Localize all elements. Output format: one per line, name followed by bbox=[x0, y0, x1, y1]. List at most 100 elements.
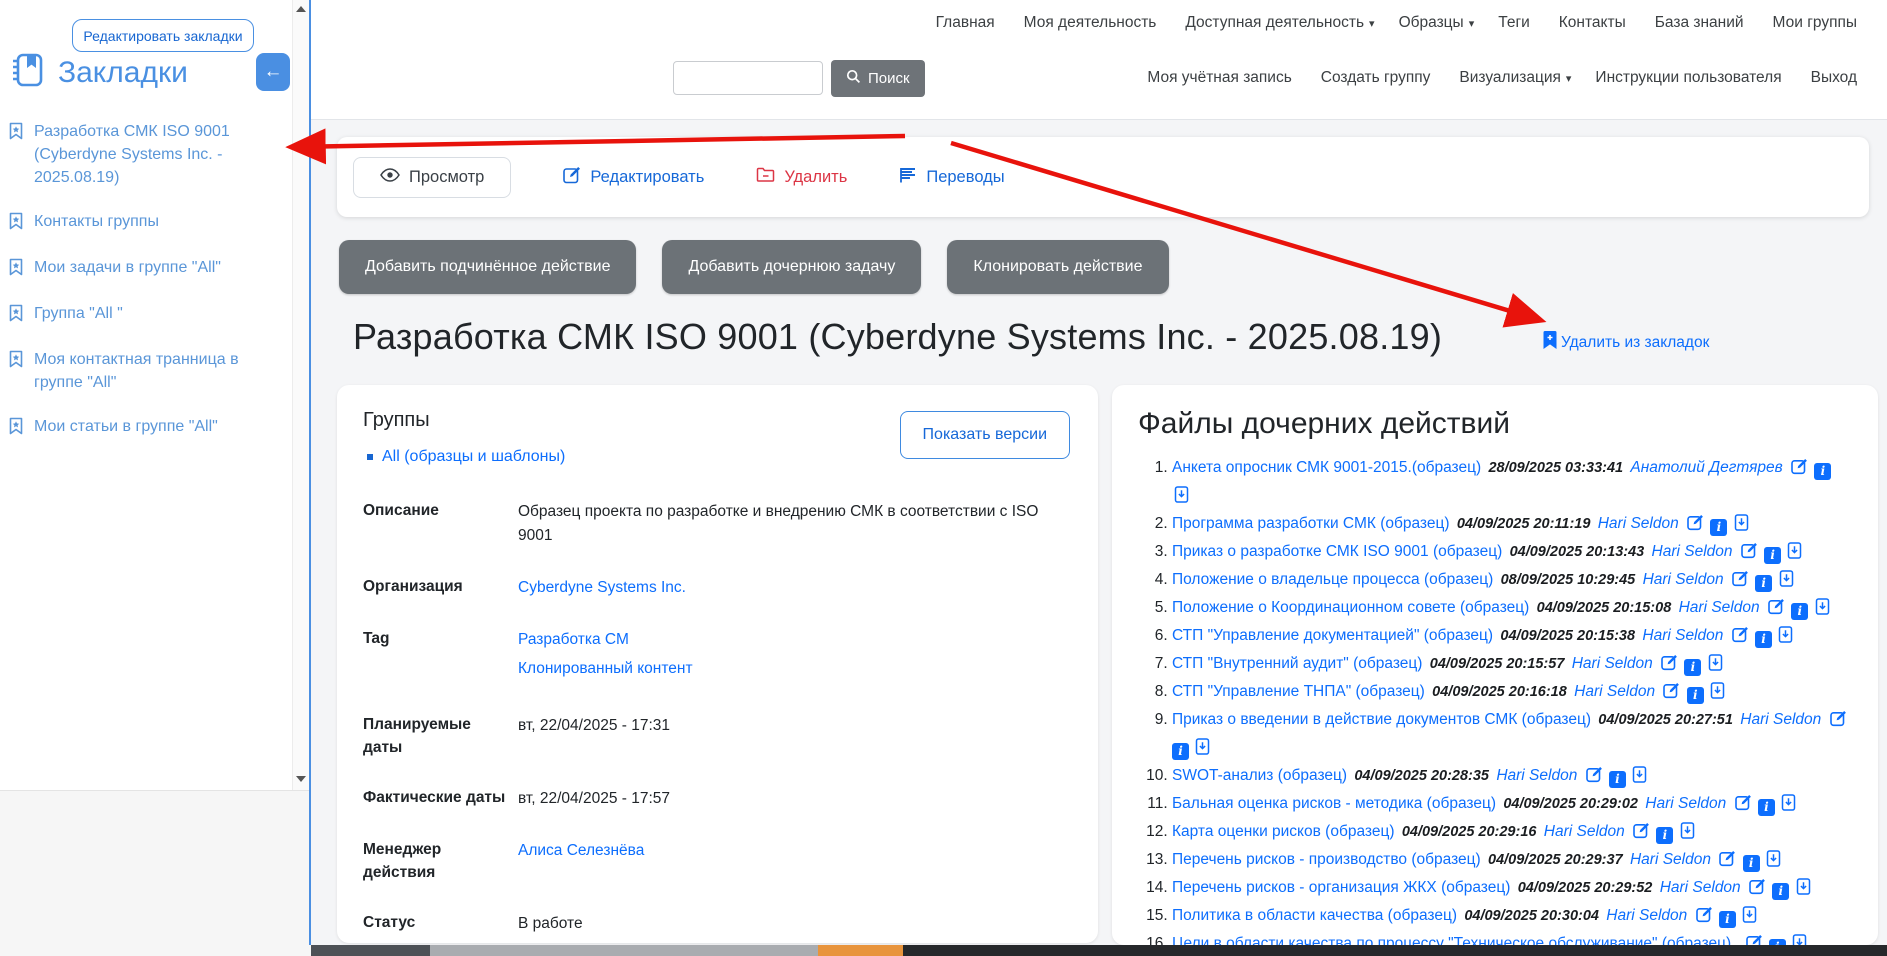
nav-link[interactable]: Доступная деятельность ▾ bbox=[1185, 14, 1374, 32]
download-icon[interactable] bbox=[1708, 654, 1723, 679]
edit-icon[interactable] bbox=[1768, 598, 1785, 623]
info-icon[interactable]: i bbox=[1719, 911, 1736, 928]
file-author[interactable]: Анатолий Дегтярев bbox=[1630, 459, 1782, 476]
action-button[interactable]: Клонировать действие bbox=[947, 240, 1168, 294]
file-link[interactable]: Приказ о разработке СМК ISO 9001 (образе… bbox=[1172, 543, 1502, 560]
nav-link[interactable]: Мои группы bbox=[1773, 14, 1862, 32]
edit-icon[interactable] bbox=[1830, 710, 1847, 735]
nav-link[interactable]: Образцы ▾ bbox=[1399, 14, 1475, 32]
file-author[interactable]: Hari Seldon bbox=[1572, 655, 1653, 672]
nav-link[interactable]: Выход bbox=[1811, 69, 1862, 87]
info-icon[interactable]: i bbox=[1172, 743, 1189, 760]
search-button[interactable]: Поиск bbox=[831, 60, 925, 97]
file-link[interactable]: Политика в области качества (образец) bbox=[1172, 907, 1457, 924]
tab-translations[interactable]: Переводы bbox=[899, 167, 1004, 188]
collapse-sidebar-button[interactable]: ← bbox=[256, 53, 290, 91]
tag-link[interactable]: Клонированный контент bbox=[518, 657, 1072, 681]
manager-link[interactable]: Алиса Селезнёва bbox=[518, 839, 644, 863]
edit-icon[interactable] bbox=[1749, 878, 1766, 903]
info-icon[interactable]: i bbox=[1814, 463, 1831, 480]
file-author[interactable]: Hari Seldon bbox=[1660, 879, 1741, 896]
bookmark-item-label[interactable]: Группа "All " bbox=[34, 302, 123, 325]
file-author[interactable]: Hari Seldon bbox=[1642, 627, 1723, 644]
tag-link[interactable]: Разработка СМ bbox=[518, 628, 1072, 652]
download-icon[interactable] bbox=[1174, 486, 1189, 511]
download-icon[interactable] bbox=[1742, 906, 1757, 931]
nav-link[interactable]: Инструкции пользователя bbox=[1595, 69, 1786, 87]
group-link[interactable]: All (образцы и шаблоны) bbox=[382, 448, 565, 466]
bookmark-item-label[interactable]: Разработка СМК ISO 9001 (Cyberdyne Syste… bbox=[34, 120, 263, 189]
info-icon[interactable]: i bbox=[1764, 547, 1781, 564]
tab-edit[interactable]: Редактировать bbox=[563, 166, 704, 189]
file-author[interactable]: Hari Seldon bbox=[1544, 823, 1625, 840]
download-icon[interactable] bbox=[1781, 794, 1796, 819]
show-versions-button[interactable]: Показать версии bbox=[900, 411, 1070, 459]
edit-icon[interactable] bbox=[1735, 794, 1752, 819]
search-input[interactable] bbox=[673, 61, 823, 95]
file-link[interactable]: Цели в области качества по процессу "Тех… bbox=[1172, 935, 1731, 945]
file-author[interactable]: Hari Seldon bbox=[1652, 543, 1733, 560]
file-link[interactable]: Положение о Координационном совете (обра… bbox=[1172, 599, 1529, 616]
edit-bookmarks-button[interactable]: Редактировать закладки bbox=[72, 19, 254, 52]
scroll-down-arrow-icon[interactable] bbox=[296, 776, 306, 782]
nav-link[interactable]: Контакты bbox=[1559, 14, 1631, 32]
file-link[interactable]: СТП "Управление документацией" (образец) bbox=[1172, 627, 1493, 644]
edit-icon[interactable] bbox=[1719, 850, 1736, 875]
edit-icon[interactable] bbox=[1791, 458, 1808, 483]
download-icon[interactable] bbox=[1778, 626, 1793, 651]
edit-icon[interactable] bbox=[1586, 766, 1603, 791]
file-author[interactable]: Hari Seldon bbox=[1606, 907, 1687, 924]
download-icon[interactable] bbox=[1734, 514, 1749, 539]
edit-icon[interactable] bbox=[1663, 682, 1680, 707]
edit-icon[interactable] bbox=[1732, 626, 1749, 651]
file-author[interactable]: Hari Seldon bbox=[1574, 683, 1655, 700]
info-icon[interactable]: i bbox=[1609, 771, 1626, 788]
nav-link[interactable]: База знаний bbox=[1655, 14, 1749, 32]
file-link[interactable]: Приказ о введении в действие документов … bbox=[1172, 711, 1591, 728]
scroll-up-arrow-icon[interactable] bbox=[296, 6, 306, 12]
file-link[interactable]: Программа разработки СМК (образец) bbox=[1172, 515, 1450, 532]
edit-icon[interactable] bbox=[1746, 934, 1763, 945]
edit-icon[interactable] bbox=[1633, 822, 1650, 847]
file-link[interactable]: Перечень рисков - организация ЖКХ (образ… bbox=[1172, 879, 1510, 896]
download-icon[interactable] bbox=[1796, 878, 1811, 903]
file-link[interactable]: Анкета опросник СМК 9001-2015.(образец) bbox=[1172, 459, 1481, 476]
file-link[interactable]: Положение о владельце процесса (образец) bbox=[1172, 571, 1493, 588]
download-icon[interactable] bbox=[1815, 598, 1830, 623]
file-link[interactable]: СТП "Управление ТНПА" (образец) bbox=[1172, 683, 1425, 700]
bookmark-item-label[interactable]: Моя контактная транница в группе "All" bbox=[34, 348, 263, 394]
edit-icon[interactable] bbox=[1661, 654, 1678, 679]
download-icon[interactable] bbox=[1766, 850, 1781, 875]
info-icon[interactable]: i bbox=[1755, 631, 1772, 648]
edit-icon[interactable] bbox=[1687, 514, 1704, 539]
bookmark-item-label[interactable]: Контакты группы bbox=[34, 210, 159, 233]
info-icon[interactable]: i bbox=[1687, 687, 1704, 704]
info-icon[interactable]: i bbox=[1791, 603, 1808, 620]
file-link[interactable]: SWOT-анализ (образец) bbox=[1172, 767, 1347, 784]
remove-bookmark-link[interactable]: Удалить из закладок bbox=[1542, 330, 1709, 355]
file-link[interactable]: Бальная оценка рисков - методика (образе… bbox=[1172, 795, 1496, 812]
action-button[interactable]: Добавить дочернюю задачу bbox=[662, 240, 921, 294]
info-icon[interactable]: i bbox=[1710, 519, 1727, 536]
nav-link[interactable]: Визуализация ▾ bbox=[1459, 69, 1571, 87]
file-author[interactable]: Hari Seldon bbox=[1630, 851, 1711, 868]
download-icon[interactable] bbox=[1792, 934, 1807, 945]
info-icon[interactable]: i bbox=[1656, 827, 1673, 844]
file-author[interactable]: Hari Seldon bbox=[1598, 515, 1679, 532]
nav-link[interactable]: Теги bbox=[1498, 14, 1535, 32]
file-author[interactable]: Hari Seldon bbox=[1645, 795, 1726, 812]
file-author[interactable]: Hari Seldon bbox=[1679, 599, 1760, 616]
info-icon[interactable]: i bbox=[1758, 799, 1775, 816]
download-icon[interactable] bbox=[1787, 542, 1802, 567]
file-author[interactable]: Hari Seldon bbox=[1496, 767, 1577, 784]
edit-icon[interactable] bbox=[1741, 542, 1758, 567]
download-icon[interactable] bbox=[1680, 822, 1695, 847]
edit-icon[interactable] bbox=[1696, 906, 1713, 931]
info-icon[interactable]: i bbox=[1684, 659, 1701, 676]
download-icon[interactable] bbox=[1195, 738, 1210, 763]
tab-delete[interactable]: Удалить bbox=[756, 167, 847, 187]
download-icon[interactable] bbox=[1632, 766, 1647, 791]
info-icon[interactable]: i bbox=[1772, 883, 1789, 900]
nav-link[interactable]: Моя учётная запись bbox=[1147, 69, 1296, 87]
nav-link[interactable]: Главная bbox=[936, 14, 1000, 32]
